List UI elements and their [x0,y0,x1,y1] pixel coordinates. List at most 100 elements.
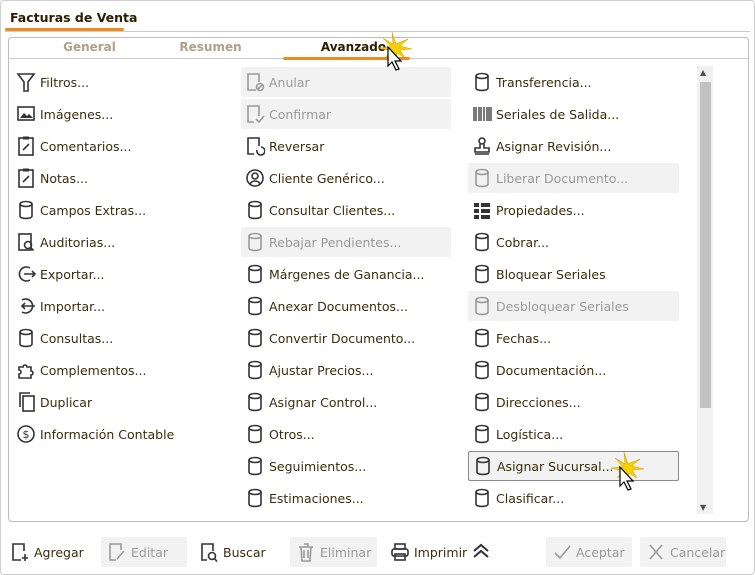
svg-text:$: $ [23,428,30,441]
menu-item-duplicar[interactable]: Duplicar [12,387,227,417]
buscar-button[interactable]: Buscar [193,537,272,567]
menu-item-cliente-generico[interactable]: Cliente Genérico... [241,163,451,193]
menu-item-margenes-de-ganancia[interactable]: Márgenes de Ganancia... [241,259,451,289]
menu-item-auditorias[interactable]: Auditorias... [12,227,227,257]
button-label: Aceptar [576,544,625,560]
menu-item-fechas[interactable]: Fechas... [468,323,679,353]
database-icon [245,487,265,509]
import-icon [16,295,36,317]
menu-item-rebajar-pendientes: Rebajar Pendientes... [241,227,451,257]
image-icon [16,103,36,125]
database-icon [472,359,492,381]
menu-item-logistica[interactable]: Logística... [468,419,679,449]
menu-item-filtros[interactable]: Filtros... [12,67,227,97]
check-icon [552,541,572,563]
collapse-toolbar-button[interactable] [470,537,492,567]
database-icon [472,423,492,445]
menu-item-campos-extras[interactable]: Campos Extras... [12,195,227,225]
menu-item-label: Documentación... [496,362,607,378]
cursor-click-icon [610,451,645,491]
menu-item-otros[interactable]: Otros... [241,419,451,449]
menu-item-label: Estimaciones... [269,490,364,506]
database-icon [245,359,265,381]
menu-item-label: Consultar Clientes... [269,202,396,218]
tab-general[interactable]: General [22,40,157,54]
menu-item-label: Asignar Revisión... [496,138,612,154]
database-icon [472,263,492,285]
menu-item-notas[interactable]: Notas... [12,163,227,193]
menu-item-label: Confirmar [269,106,332,122]
scroll-down-arrow[interactable]: ▼ [700,503,706,512]
button-label: Buscar [223,544,266,560]
database-icon [472,391,492,413]
menu-item-propiedades[interactable]: Propiedades... [468,195,679,225]
menu-item-reversar[interactable]: Reversar [241,131,451,161]
menu-item-label: Campos Extras... [40,202,147,218]
clipboard-edit-icon [16,167,36,189]
menu-item-exportar[interactable]: Exportar... [12,259,227,289]
database-icon [245,391,265,413]
button-label: Imprimir [414,544,468,560]
scroll-up-arrow[interactable]: ▲ [700,68,706,77]
close-icon [646,541,666,563]
menu-item-complementos[interactable]: Complementos... [12,355,227,385]
menu-item-asignar-control[interactable]: Asignar Control... [241,387,451,417]
menu-item-anexar-documentos[interactable]: Anexar Documentos... [241,291,451,321]
printer-icon [390,541,410,563]
menu-item-asignar-revision[interactable]: Asignar Revisión... [468,131,679,161]
menu-item-cobrar[interactable]: Cobrar... [468,227,679,257]
menu-item-label: Complementos... [40,362,147,378]
menu-item-label: Notas... [40,170,88,186]
aceptar-button: Aceptar [546,537,632,567]
database-icon [472,231,492,253]
menu-item-seguimientos[interactable]: Seguimientos... [241,451,451,481]
export-icon [16,263,36,285]
menu-item-consultas[interactable]: Consultas... [12,323,227,353]
filter-icon [16,71,36,93]
menu-item-label: Seguimientos... [269,458,367,474]
menu-item-ajustar-precios[interactable]: Ajustar Precios... [241,355,451,385]
agregar-button[interactable]: Agregar [4,537,90,567]
menu-item-label: Importar... [40,298,106,314]
scrollbar-thumb[interactable] [700,82,711,408]
menu-item-estimaciones[interactable]: Estimaciones... [241,483,451,513]
menu-item-importar[interactable]: Importar... [12,291,227,321]
menu-item-label: Márgenes de Ganancia... [269,266,425,282]
database-icon [245,455,265,477]
menu-item-label: Clasificar... [496,490,565,506]
menu-item-label: Asignar Sucursal... [497,458,614,474]
menu-item-convertir-documento[interactable]: Convertir Documento... [241,323,451,353]
menu-item-label: Información Contable [40,426,175,442]
imprimir-button[interactable]: Imprimir [384,537,473,567]
add-document-icon [10,541,30,563]
menu-item-comentarios[interactable]: Comentarios... [12,131,227,161]
menu-item-label: Seriales de Salida... [496,106,620,122]
menu-item-label: Propiedades... [496,202,585,218]
button-label: Eliminar [320,544,372,560]
menu-item-liberar-documento: Liberar Documento... [468,163,679,193]
menu-item-bloquear-seriales[interactable]: Bloquear Seriales [468,259,679,289]
menu-item-label: Asignar Control... [269,394,378,410]
menu-item-imagenes[interactable]: Imágenes... [12,99,227,129]
menu-item-label: Transferencia... [496,74,592,90]
menu-item-transferencia[interactable]: Transferencia... [468,67,679,97]
menu-item-seriales-de-salida[interactable]: Seriales de Salida... [468,99,679,129]
tab-resumen[interactable]: Resumen [143,40,278,54]
menu-item-direcciones[interactable]: Direcciones... [468,387,679,417]
database-icon [245,295,265,317]
database-icon [16,327,36,349]
menu-item-consultar-clientes[interactable]: Consultar Clientes... [241,195,451,225]
cursor-click-icon [378,31,413,71]
barcode-icon [472,103,492,125]
menu-item-label: Filtros... [40,74,90,90]
menu-item-informacion-contable[interactable]: $ Información Contable [12,419,227,449]
button-label: Editar [131,544,169,560]
document-cancel-icon [245,71,265,93]
database-icon [245,231,265,253]
document-undo-icon [245,135,265,157]
database-icon [472,167,492,189]
database-icon [245,423,265,445]
menu-item-label: Ajustar Precios... [269,362,374,378]
stamp-icon [472,135,492,157]
menu-item-documentacion[interactable]: Documentación... [468,355,679,385]
